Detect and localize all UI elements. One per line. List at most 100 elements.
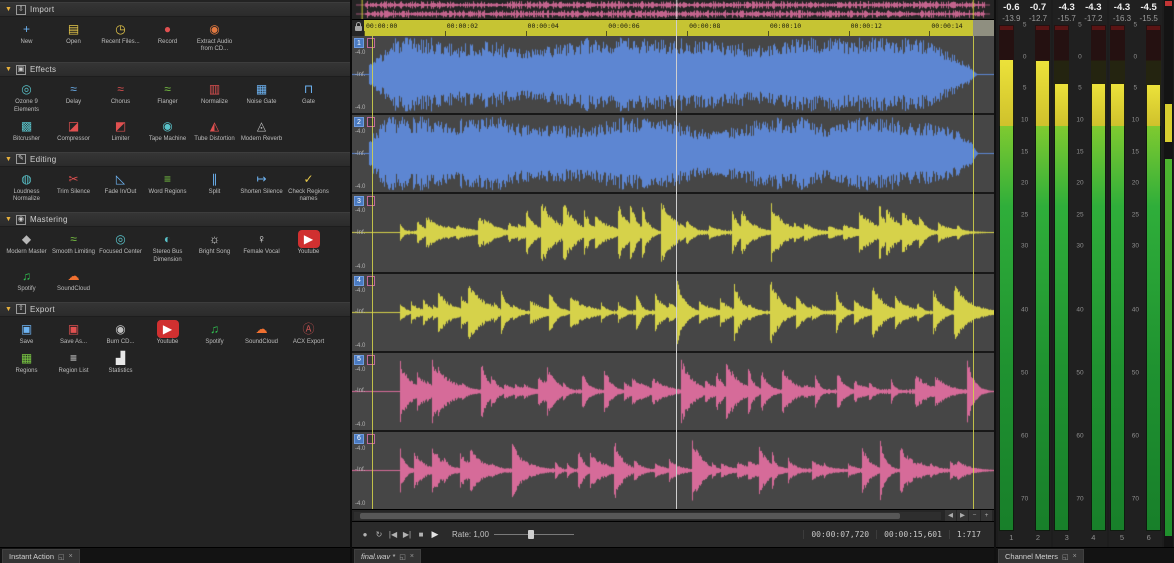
- scale-label: 30: [1021, 242, 1029, 250]
- tab-instant-action[interactable]: Instant Action ◱ ×: [2, 549, 80, 563]
- channel-number-badge[interactable]: 2: [354, 117, 364, 128]
- action-tile-new[interactable]: + New: [3, 20, 50, 46]
- go-to-start-button[interactable]: |◀: [386, 530, 400, 539]
- tab-channel-meters[interactable]: Channel Meters ◱ ×: [998, 549, 1084, 563]
- action-tile-loudness-normalize[interactable]: ◍ Loudness Normalize: [3, 170, 50, 203]
- channel-5[interactable]: 5 -4.0 -Inf. -4.0: [352, 352, 994, 430]
- action-tile-word-regions[interactable]: ≡ Word Regions: [144, 170, 191, 196]
- play-button[interactable]: ▶: [428, 529, 442, 540]
- action-tile-statistics[interactable]: ▟ Statistics: [97, 349, 144, 375]
- float-icon[interactable]: ◱: [399, 553, 406, 561]
- action-tile-bright-song[interactable]: ☼ Bright Song: [191, 230, 238, 256]
- action-tile-compressor[interactable]: ◪ Compressor: [50, 117, 97, 143]
- overview-strip[interactable]: [352, 0, 994, 20]
- action-tile-region-list[interactable]: ≡ Region List: [50, 349, 97, 375]
- loop-button[interactable]: ↻: [372, 530, 386, 539]
- action-tile-bitcrusher[interactable]: ▩ Bitcrusher: [3, 117, 50, 143]
- action-tile-trim-silence[interactable]: ✂ Trim Silence: [50, 170, 97, 196]
- action-tile-youtube[interactable]: ▶ Youtube: [144, 319, 191, 346]
- clip-led[interactable]: [1110, 26, 1124, 30]
- action-tile-tape-machine[interactable]: ◉ Tape Machine: [144, 117, 191, 143]
- channel-number-badge[interactable]: 1: [354, 38, 364, 48]
- action-tile-soundcloud[interactable]: ☁ SoundCloud: [238, 320, 285, 346]
- action-tile-delay[interactable]: ≈ Delay: [50, 80, 97, 106]
- action-tile-spotify[interactable]: ♫ Spotify: [3, 267, 50, 293]
- channel-2[interactable]: 2 -4.0 -Inf. -4.0: [352, 115, 994, 193]
- record-button[interactable]: ●: [358, 530, 372, 539]
- action-tile-record[interactable]: ● Record: [144, 20, 191, 46]
- lock-icon[interactable]: [354, 21, 362, 31]
- action-tile-gate[interactable]: ⊓ Gate: [285, 80, 332, 106]
- action-tile-ozone-9-elements[interactable]: ◎ Ozone 9 Elements: [3, 80, 50, 113]
- close-icon[interactable]: ×: [1073, 553, 1077, 560]
- action-tile-female-vocal[interactable]: ♀ Female Vocal: [238, 230, 285, 256]
- action-tile-smooth-limiting[interactable]: ≈ Smooth Limiting: [50, 230, 97, 256]
- action-tile-limiter[interactable]: ◩ Limiter: [97, 117, 144, 143]
- scale-label: 20: [1131, 179, 1139, 187]
- timeline-ruler[interactable]: 00:00:00 00:00:02 00:00:04 00:00:06 00:00:08…: [364, 20, 994, 36]
- rate-slider-thumb[interactable]: [527, 530, 534, 539]
- channel-1[interactable]: 1 -4.0 -Inf. -4.0: [352, 36, 994, 114]
- action-tile-tube-distortion[interactable]: ◭ Tube Distortion: [191, 117, 238, 143]
- channel-number-badge[interactable]: 6: [354, 433, 364, 444]
- clip-led[interactable]: [1055, 26, 1069, 30]
- channel-4[interactable]: 4 -4.0 -Inf. -4.0: [352, 273, 994, 351]
- scrollbar-track[interactable]: [354, 511, 941, 520]
- action-tile-save-as[interactable]: ▣ Save As...: [50, 320, 97, 346]
- action-tile-shorten-silence[interactable]: ↦ Shorten Silence: [238, 170, 285, 196]
- section-header-mastering[interactable]: ▼ ◉ Mastering: [0, 212, 350, 228]
- action-tile-chorus[interactable]: ≈ Chorus: [97, 80, 144, 106]
- section-header-editing[interactable]: ▼ ✎ Editing: [0, 151, 350, 167]
- float-icon[interactable]: ◱: [58, 553, 65, 561]
- action-tile-regions[interactable]: ▦ Regions: [3, 349, 50, 375]
- action-tile-acx-export[interactable]: Ⓐ ACX Export: [285, 320, 332, 346]
- clip-led[interactable]: [1091, 26, 1105, 30]
- scroll-right-button[interactable]: ▶: [957, 510, 968, 521]
- section-header-import[interactable]: ▼ ⇩ Import: [0, 2, 350, 17]
- action-tile-check-regions-names[interactable]: ✓ Check Regions names: [285, 170, 332, 203]
- action-tile-fade-in-out[interactable]: ◺ Fade In/Out: [97, 170, 144, 196]
- action-tile-stereo-bus-dimension[interactable]: ◐ Stereo Bus Dimension: [144, 230, 191, 263]
- scale-label: 50: [1076, 369, 1084, 377]
- section-header-effects[interactable]: ▼ ▣ Effects: [0, 62, 350, 78]
- action-tile-burn-cd[interactable]: ◉ Burn CD...: [97, 320, 144, 346]
- scrollbar-thumb[interactable]: [359, 512, 900, 519]
- action-tile-soundcloud[interactable]: ☁ SoundCloud: [50, 267, 97, 293]
- action-tile-recent-files[interactable]: ◷ Recent Files...: [97, 20, 144, 46]
- channel-6[interactable]: 6 -4.0 -Inf. -4.0: [352, 431, 994, 510]
- action-label: Word Regions: [148, 188, 187, 195]
- scroll-left-button[interactable]: ◀: [945, 510, 956, 521]
- go-to-end-button[interactable]: ▶|: [400, 530, 414, 539]
- close-icon[interactable]: ×: [410, 553, 414, 560]
- channel-number-badge[interactable]: 3: [354, 196, 364, 207]
- clip-led[interactable]: [1146, 26, 1160, 30]
- tab-final-wav[interactable]: final.wav * ◱ ×: [354, 549, 421, 563]
- action-tile-modern-master[interactable]: ◆ Modern Master: [3, 230, 50, 256]
- action-tile-open[interactable]: ▤ Open: [50, 20, 97, 46]
- channel-number-badge[interactable]: 4: [354, 275, 364, 286]
- clip-led[interactable]: [1036, 26, 1050, 30]
- channel-3[interactable]: 3 -4.0 -Inf. -4.0: [352, 194, 994, 272]
- action-tile-normalize[interactable]: ▥ Normalize: [191, 80, 238, 106]
- action-tile-modern-reverb[interactable]: ◬ Modern Reverb: [238, 117, 285, 143]
- rate-slider[interactable]: [493, 530, 574, 539]
- action-tile-flanger[interactable]: ≈ Flanger: [144, 80, 191, 106]
- action-tile-spotify[interactable]: ♫ Spotify: [191, 320, 238, 346]
- clip-led[interactable]: [1000, 26, 1013, 30]
- action-tile-focused-center[interactable]: ◎ Focused Center: [97, 230, 144, 256]
- float-icon[interactable]: ◱: [1062, 553, 1069, 561]
- action-tile-extract-audio-from-cd[interactable]: ◉ Extract Audio from CD...: [191, 20, 238, 53]
- action-tile-noise-gate[interactable]: ▦ Noise Gate: [238, 80, 285, 106]
- action-label: SoundCloud: [244, 338, 279, 345]
- zoom-in-button[interactable]: +: [981, 510, 992, 521]
- action-tile-split[interactable]: ∥ Split: [191, 170, 238, 196]
- playhead-cursor[interactable]: [676, 20, 678, 509]
- channel-number-badge[interactable]: 5: [354, 354, 364, 365]
- section-header-export[interactable]: ▼ ⇧ Export: [0, 301, 350, 317]
- action-label: Youtube: [297, 249, 320, 256]
- stop-button[interactable]: ■: [414, 530, 428, 539]
- action-tile-youtube[interactable]: ▶ Youtube: [285, 230, 332, 256]
- zoom-out-button[interactable]: −: [969, 510, 980, 521]
- close-icon[interactable]: ×: [69, 553, 73, 560]
- action-tile-save[interactable]: ▣ Save: [3, 320, 50, 346]
